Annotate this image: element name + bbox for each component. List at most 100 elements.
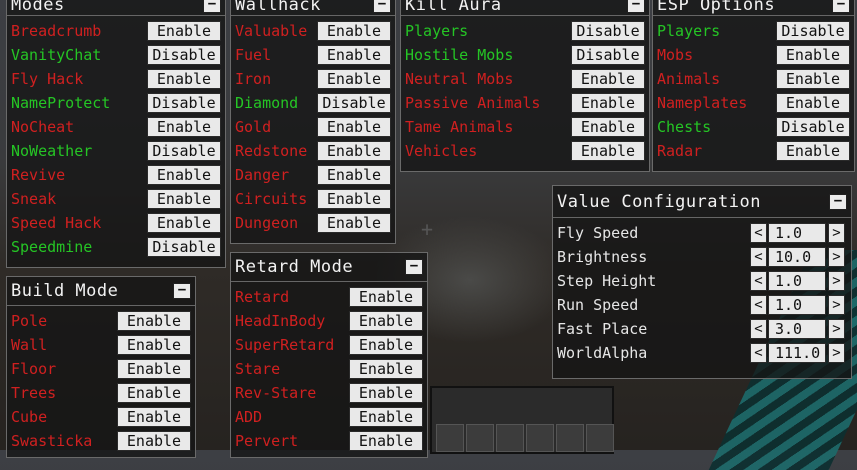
value-field[interactable]: 3.0 — [768, 319, 826, 339]
enable-button[interactable]: Enable — [117, 407, 191, 427]
module-label: ADD — [235, 408, 263, 426]
enable-button[interactable]: Enable — [571, 117, 645, 137]
module-row-iron: Iron Enable — [231, 67, 395, 91]
value-field[interactable]: 1.0 — [768, 223, 826, 243]
enable-button[interactable]: Enable — [571, 141, 645, 161]
enable-button[interactable]: Enable — [317, 21, 391, 41]
decrease-button[interactable]: < — [750, 319, 767, 339]
module-label: Iron — [235, 70, 272, 88]
collapse-button[interactable]: − — [173, 283, 191, 299]
value-field[interactable]: 10.0 — [768, 247, 826, 267]
panel-title: Modes — [11, 0, 65, 15]
increase-button[interactable]: > — [828, 295, 845, 315]
disable-button[interactable]: Disable — [147, 45, 221, 65]
panel-title: Kill Aura — [405, 0, 502, 15]
disable-button[interactable]: Disable — [147, 93, 221, 113]
enable-button[interactable]: Enable — [147, 117, 221, 137]
disable-button[interactable]: Disable — [147, 237, 221, 257]
enable-button[interactable]: Enable — [117, 335, 191, 355]
enable-button[interactable]: Enable — [349, 383, 423, 403]
decrease-button[interactable]: < — [750, 271, 767, 291]
module-row-animals: Animals Enable — [653, 67, 854, 91]
enable-button[interactable]: Enable — [571, 69, 645, 89]
panel-header[interactable]: Kill Aura − — [401, 0, 649, 16]
enable-button[interactable]: Enable — [776, 141, 850, 161]
module-label: Neutral Mobs — [405, 70, 514, 88]
enable-button[interactable]: Enable — [776, 45, 850, 65]
setting-label: Fast Place — [557, 320, 648, 338]
panel-header[interactable]: Value Configuration − — [553, 186, 851, 218]
increase-button[interactable]: > — [828, 223, 845, 243]
enable-button[interactable]: Enable — [147, 165, 221, 185]
hotbar-slot — [586, 424, 614, 452]
disable-button[interactable]: Disable — [571, 21, 645, 41]
disable-button[interactable]: Disable — [571, 45, 645, 65]
enable-button[interactable]: Enable — [317, 165, 391, 185]
collapse-button[interactable]: − — [829, 193, 847, 210]
module-row-gold: Gold Enable — [231, 115, 395, 139]
panel-header[interactable]: Wallhack − — [231, 0, 395, 16]
decrease-button[interactable]: < — [750, 343, 767, 363]
setting-label: WorldAlpha — [557, 344, 648, 362]
enable-button[interactable]: Enable — [117, 311, 191, 331]
module-row-add: ADD Enable — [231, 405, 427, 429]
panel-header[interactable]: Build Mode − — [7, 277, 195, 306]
value-field[interactable]: 1.0 — [768, 271, 826, 291]
panel-header[interactable]: ESP Options − — [653, 0, 854, 16]
enable-button[interactable]: Enable — [349, 335, 423, 355]
enable-button[interactable]: Enable — [317, 45, 391, 65]
value-field[interactable]: 1.0 — [768, 295, 826, 315]
enable-button[interactable]: Enable — [147, 189, 221, 209]
collapse-button[interactable]: − — [627, 0, 645, 13]
increase-button[interactable]: > — [828, 247, 845, 267]
enable-button[interactable]: Enable — [317, 213, 391, 233]
disable-button[interactable]: Disable — [776, 117, 850, 137]
value-field[interactable]: 111.0 — [768, 343, 826, 363]
module-label: NoWeather — [11, 142, 93, 160]
increase-button[interactable]: > — [828, 319, 845, 339]
decrease-button[interactable]: < — [750, 223, 767, 243]
enable-button[interactable]: Enable — [349, 311, 423, 331]
enable-button[interactable]: Enable — [317, 117, 391, 137]
increase-button[interactable]: > — [828, 343, 845, 363]
panel-build-mode: Build Mode − Pole Enable Wall Enable Floor Enab… — [6, 276, 196, 458]
collapse-button[interactable]: − — [373, 0, 391, 13]
enable-button[interactable]: Enable — [349, 359, 423, 379]
enable-button[interactable]: Enable — [571, 93, 645, 113]
collapse-button[interactable]: − — [832, 0, 850, 13]
enable-button[interactable]: Enable — [317, 189, 391, 209]
enable-button[interactable]: Enable — [117, 383, 191, 403]
enable-button[interactable]: Enable — [776, 93, 850, 113]
panel-title: Build Mode — [11, 281, 119, 301]
enable-button[interactable]: Enable — [349, 407, 423, 427]
collapse-button[interactable]: − — [405, 259, 423, 275]
background-hotbar — [430, 386, 614, 454]
module-row-revive: Revive Enable — [7, 163, 225, 187]
panel-title: Wallhack — [235, 0, 321, 15]
enable-button[interactable]: Enable — [147, 21, 221, 41]
enable-button[interactable]: Enable — [117, 431, 191, 451]
module-label: Chests — [657, 118, 712, 136]
module-label: Nameplates — [657, 94, 748, 112]
decrease-button[interactable]: < — [750, 247, 767, 267]
enable-button[interactable]: Enable — [317, 141, 391, 161]
disable-button[interactable]: Disable — [776, 21, 850, 41]
collapse-button[interactable]: − — [203, 0, 221, 13]
panel-value-configuration: Value Configuration − Fly Speed <1.0 > Bright… — [552, 185, 852, 379]
disable-button[interactable]: Disable — [317, 93, 391, 113]
enable-button[interactable]: Enable — [117, 359, 191, 379]
enable-button[interactable]: Enable — [349, 431, 423, 451]
panel-header[interactable]: Retard Mode − — [231, 253, 427, 282]
enable-button[interactable]: Enable — [317, 69, 391, 89]
enable-button[interactable]: Enable — [147, 213, 221, 233]
disable-button[interactable]: Disable — [147, 141, 221, 161]
increase-button[interactable]: > — [828, 271, 845, 291]
decrease-button[interactable]: < — [750, 295, 767, 315]
module-label: Dungeon — [235, 214, 299, 232]
enable-button[interactable]: Enable — [147, 69, 221, 89]
module-label: Hostile Mobs — [405, 46, 514, 64]
panel-header[interactable]: Modes − — [7, 0, 225, 16]
enable-button[interactable]: Enable — [776, 69, 850, 89]
enable-button[interactable]: Enable — [349, 287, 423, 307]
panel-esp-options: ESP Options − Players Disable Mobs Enable Anim… — [652, 0, 855, 172]
